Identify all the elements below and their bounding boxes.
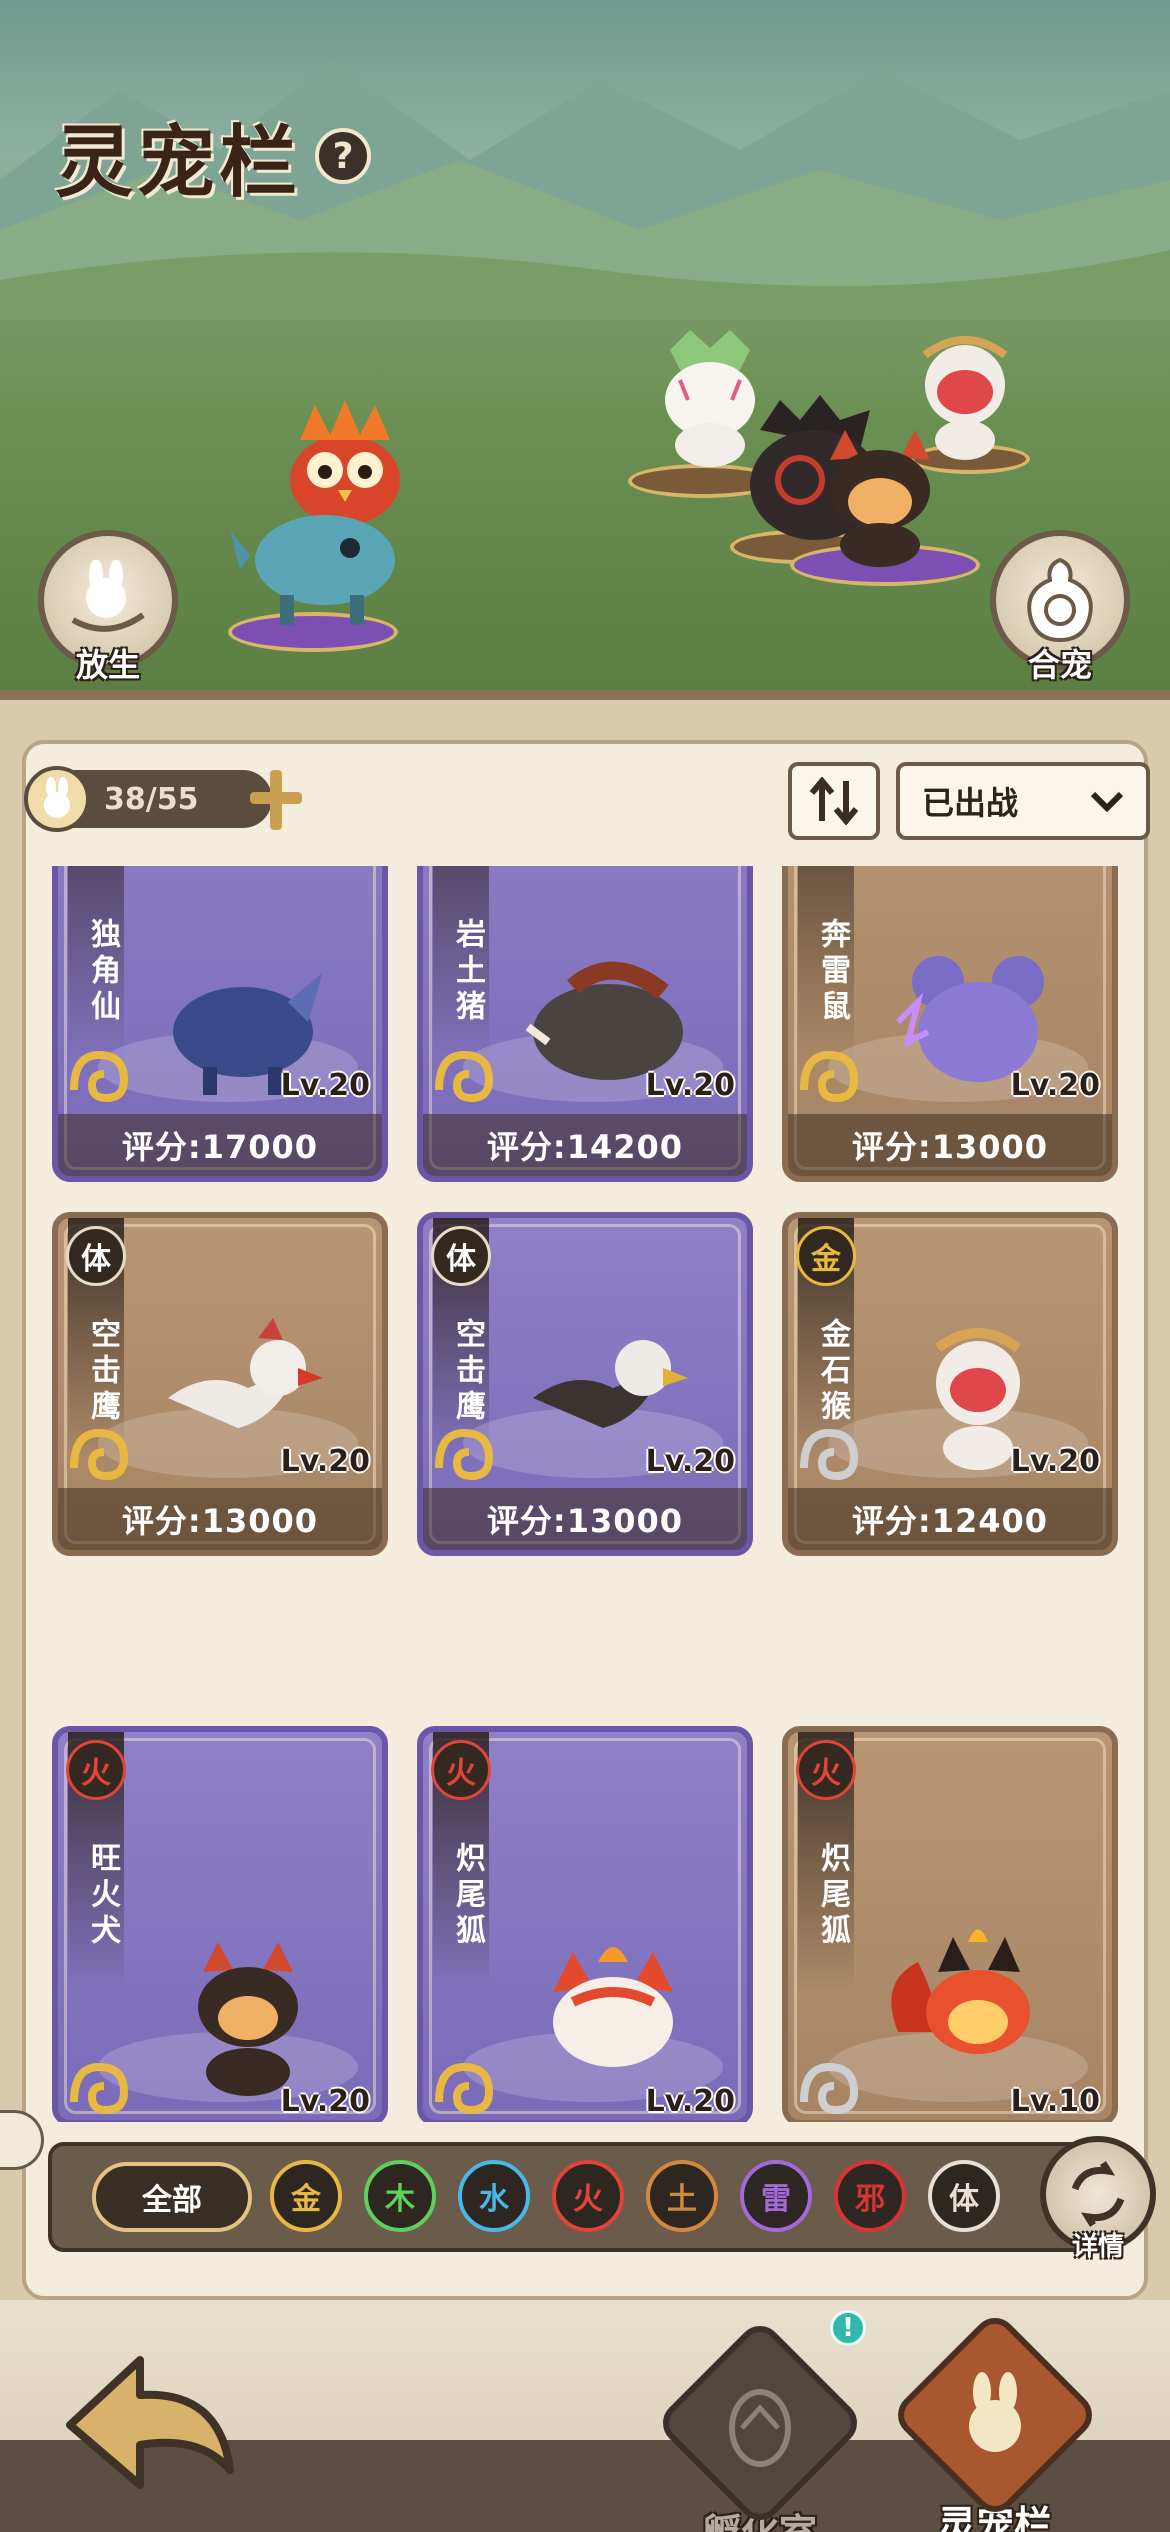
pet-level: Lv.20: [645, 1444, 735, 1479]
cloud-swirl-icon: [800, 1428, 859, 1481]
pet-card[interactable]: 炽尾狐 火 Lv.10: [782, 1726, 1118, 2122]
pet-score: 评分:17000: [58, 1114, 382, 1176]
cloud-swirl-icon: [70, 1428, 129, 1481]
capacity-counter: 38/55: [24, 766, 272, 832]
fire-dog-pet-sprite: [198, 1942, 298, 2096]
gourd-swirl-icon: [1027, 557, 1093, 643]
pet-level: Lv.20: [645, 2084, 735, 2119]
merge-label: 合宠: [1027, 646, 1092, 684]
element-detail-button[interactable]: 详情: [1036, 2136, 1160, 2263]
pet-name: 独角仙: [68, 866, 124, 1062]
cloud-swirl-icon: [800, 1050, 859, 1103]
element-badge: 火: [796, 1740, 856, 1800]
hatchery-diamond: [653, 2316, 867, 2530]
cloud-swirl-icon: [435, 1050, 494, 1103]
pet-score: 评分:14200: [423, 1114, 747, 1176]
chevron-down-icon: [1090, 791, 1124, 812]
pet-card[interactable]: 空击鹰 体 Lv.20 评分:13000: [417, 1212, 753, 1556]
detail-label: 详情: [1071, 2232, 1124, 2262]
pet-card[interactable]: 独角仙 Lv.20 评分:17000: [52, 866, 388, 1182]
pet-card[interactable]: 空击鹰 体 Lv.20 评分:13000: [52, 1212, 388, 1556]
pet-score: 评分:13000: [423, 1488, 747, 1550]
pet-card-grid: 独角仙 Lv.20 评分:17000 岩土猪 Lv.20 评分:14200 奔雷…: [40, 866, 1130, 2122]
pets-diamond: [888, 2308, 1102, 2522]
release-label: 放生: [75, 646, 140, 684]
filter-water-chip[interactable]: 水: [458, 2160, 530, 2232]
pet-level: Lv.20: [280, 1444, 370, 1479]
element-badge: 火: [431, 1740, 491, 1800]
pet-level: Lv.20: [1010, 1444, 1100, 1479]
element-cycle-icon: [1071, 2161, 1125, 2227]
help-button[interactable]: ?: [315, 128, 372, 184]
fox-pet-sprite: [553, 1947, 673, 2067]
filter-selected-label: 已出战: [922, 784, 1019, 822]
pet-card[interactable]: 炽尾狐 火 Lv.20: [417, 1726, 753, 2122]
pet-card[interactable]: 金石猴 金 Lv.20 评分:12400: [782, 1212, 1118, 1556]
tab-hatchery[interactable]: 孵化室: [653, 2316, 867, 2532]
filter-wood-chip[interactable]: 木: [364, 2160, 436, 2232]
filter-earth-chip[interactable]: 土: [646, 2160, 718, 2232]
cloud-swirl-icon: [435, 2062, 494, 2115]
filter-thunder-chip[interactable]: 雷: [740, 2160, 812, 2232]
release-button[interactable]: 放生: [38, 530, 178, 686]
armored-fish-pet-sprite[interactable]: [230, 500, 410, 630]
pet-level: Lv.20: [280, 1068, 370, 1103]
pet-level: Lv.20: [1010, 1068, 1100, 1103]
notice-badge: !: [830, 2310, 866, 2346]
expand-capacity-icon[interactable]: [250, 770, 302, 830]
page-title: 灵宠栏: [55, 117, 302, 208]
cloud-swirl-icon: [70, 2062, 129, 2115]
monkey-pet-sprite[interactable]: [910, 330, 1020, 460]
cloud-swirl-icon: [435, 1428, 494, 1481]
filter-body-chip[interactable]: 体: [928, 2160, 1000, 2232]
pet-score: 评分:13000: [58, 1488, 382, 1550]
tab-pets[interactable]: 灵宠栏: [888, 2308, 1102, 2532]
pet-score: 评分:13000: [788, 1114, 1112, 1176]
pet-level: Lv.20: [280, 2084, 370, 2119]
sort-arrows-icon: [809, 777, 859, 825]
merge-button[interactable]: 合宠: [990, 530, 1130, 686]
pet-card[interactable]: 岩土猪 Lv.20 评分:14200: [417, 866, 753, 1182]
pet-level: Lv.20: [645, 1068, 735, 1103]
pet-name: 岩土猪: [433, 866, 489, 1062]
bunny-hand-icon: [71, 560, 145, 632]
pet-score: 评分:12400: [788, 1488, 1112, 1550]
pet-card[interactable]: 奔雷鼠 Lv.20 评分:13000: [782, 866, 1118, 1182]
egg-icon: [729, 2389, 791, 2467]
element-badge: 体: [431, 1226, 491, 1286]
filter-fire-chip[interactable]: 火: [552, 2160, 624, 2232]
flame-fox-pet-sprite: [891, 1929, 1030, 2054]
sort-button[interactable]: [788, 762, 880, 840]
deploy-filter-dropdown[interactable]: 已出战: [896, 762, 1150, 840]
title-group: 灵宠栏 ?: [55, 100, 372, 212]
bunny-icon: [969, 2372, 1021, 2452]
element-badge: 体: [66, 1226, 126, 1286]
bunny-icon: [24, 766, 90, 832]
pet-name: 奔雷鼠: [798, 866, 854, 1062]
cloud-swirl-icon: [70, 1050, 129, 1103]
element-badge: 火: [66, 1740, 126, 1800]
cloud-swirl-icon: [800, 2062, 859, 2115]
filter-all-chip[interactable]: 全部: [92, 2162, 252, 2232]
pet-level: Lv.10: [1010, 2084, 1100, 2119]
back-arrow-icon[interactable]: [50, 2340, 250, 2510]
capacity-value: 38/55: [104, 781, 199, 817]
pet-scene: 灵宠栏 ? 放生 合宠: [0, 0, 1170, 710]
filter-metal-chip[interactable]: 金: [270, 2160, 342, 2232]
element-badge: 金: [796, 1226, 856, 1286]
pet-card[interactable]: 旺火犬 火 Lv.20: [52, 1726, 388, 2122]
filter-evil-chip[interactable]: 邪: [834, 2160, 906, 2232]
